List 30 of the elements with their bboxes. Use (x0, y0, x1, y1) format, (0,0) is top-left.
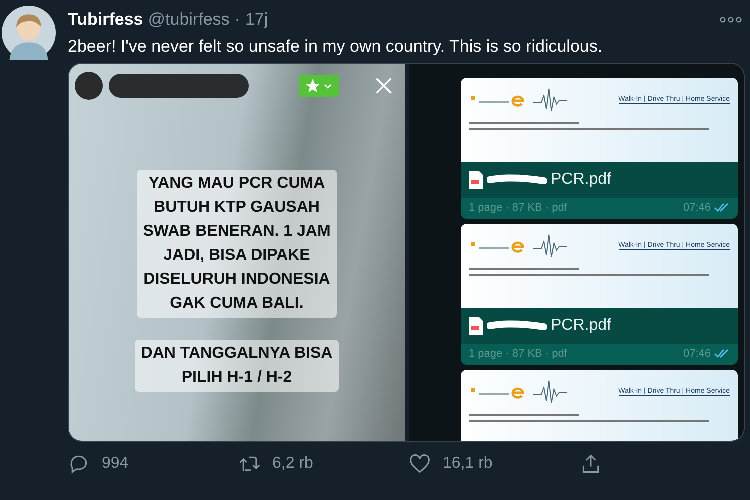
file-name: PCR.pdf (551, 171, 612, 189)
like-icon[interactable] (409, 453, 431, 475)
separator: · (234, 10, 240, 30)
pdf-file-icon (469, 317, 483, 335)
message-time: 07:46 (683, 348, 711, 360)
action-count: 16,1 rb (443, 455, 493, 473)
author-name[interactable]: Tubirfess (68, 10, 144, 30)
file-name: PCR.pdf (551, 317, 612, 335)
pdf-file-icon (469, 171, 483, 189)
action-count: 6,2 rb (272, 455, 314, 473)
story-screenshot[interactable]: YANG MAU PCR CUMA BUTUH KTP GAUSAH SWAB BENERAN. 1 JAM JADI, BISA DIPAKE DISELURUH INDONESIA GAK CUMA BALI. DAN TANGGALNYA BISA PILIH H-1 / H-2 (69, 64, 405, 441)
message-time: 07:46 (683, 202, 711, 214)
story-caption: DAN TANGGALNYA BISA PILIH H-1 / H-2 (135, 340, 339, 392)
heartbeat-icon (533, 86, 567, 114)
tweet-time[interactable]: 17j (245, 10, 268, 30)
redaction-scribble (487, 173, 547, 187)
file-details: 1 page · 87 KB · pdf (469, 348, 568, 360)
file-details: 1 page · 87 KB · pdf (469, 202, 568, 214)
redaction-scribble (487, 319, 547, 333)
heartbeat-icon (533, 232, 567, 260)
avatar-icon (75, 72, 103, 100)
close-icon[interactable] (375, 77, 393, 95)
more-icon[interactable] (720, 17, 742, 23)
avatar-icon (2, 6, 56, 60)
author-handle[interactable]: @tubirfess (148, 10, 230, 30)
reply-icon[interactable] (68, 453, 90, 475)
tweet-text: 2beer! I've never felt so unsafe in my own country. This is so ridiculous. (68, 37, 604, 58)
action-count: 994 (102, 455, 129, 473)
heartbeat-icon (533, 378, 567, 406)
story-caption: YANG MAU PCR CUMA BUTUH KTP GAUSAH SWAB BENERAN. 1 JAM JADI, BISA DIPAKE DISELURUH INDONESIA GAK CUMA BALI. (137, 170, 337, 318)
